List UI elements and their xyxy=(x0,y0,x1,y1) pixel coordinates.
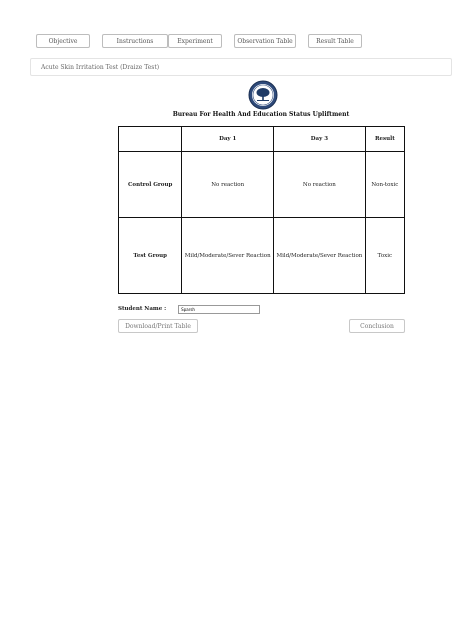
row-label: Control Group xyxy=(117,151,183,218)
tab-objective[interactable]: Objective xyxy=(36,34,90,48)
row-label: Test Group xyxy=(117,217,183,294)
table-row: Test Group Mild/Moderate/Sever Reaction … xyxy=(117,217,406,294)
observation-table: Day 1 Day 3 Result Control Group No reac… xyxy=(117,126,406,294)
conclusion-button[interactable]: Conclusion xyxy=(349,319,405,333)
table-cell: Toxic xyxy=(364,217,406,294)
header-blank xyxy=(117,126,183,152)
table-cell: Mild/Moderate/Sever Reaction xyxy=(273,217,366,294)
tab-observation-table[interactable]: Observation Table xyxy=(234,34,296,48)
student-name-row: Student Name : xyxy=(118,304,261,314)
table-cell: No reaction xyxy=(273,151,366,218)
tree-emblem-icon xyxy=(248,80,278,110)
header-day3: Day 3 xyxy=(273,126,366,152)
table-header-row: Day 1 Day 3 Result xyxy=(117,126,406,152)
tab-result-table[interactable]: Result Table xyxy=(308,34,362,48)
bureau-logo xyxy=(246,80,280,110)
header-result: Result xyxy=(364,126,406,152)
student-name-label: Student Name : xyxy=(118,306,167,312)
bureau-title: Bureau For Health And Education Status U… xyxy=(172,111,350,118)
student-name-input[interactable] xyxy=(178,304,261,314)
tab-bar: Objective Instructions Experiment Observ… xyxy=(0,34,474,50)
table-cell: Mild/Moderate/Sever Reaction xyxy=(181,217,275,294)
table-cell: Non-toxic xyxy=(364,151,406,218)
download-print-button[interactable]: Download/Print Table xyxy=(118,319,198,333)
header-day1: Day 1 xyxy=(181,126,275,152)
tab-experiment[interactable]: Experiment xyxy=(168,34,222,48)
tab-instructions[interactable]: Instructions xyxy=(102,34,168,48)
table-row: Control Group No reaction No reaction No… xyxy=(117,151,406,218)
table-cell: No reaction xyxy=(181,151,275,218)
page-title: Acute Skin Irritation Test (Draize Test) xyxy=(30,58,452,76)
